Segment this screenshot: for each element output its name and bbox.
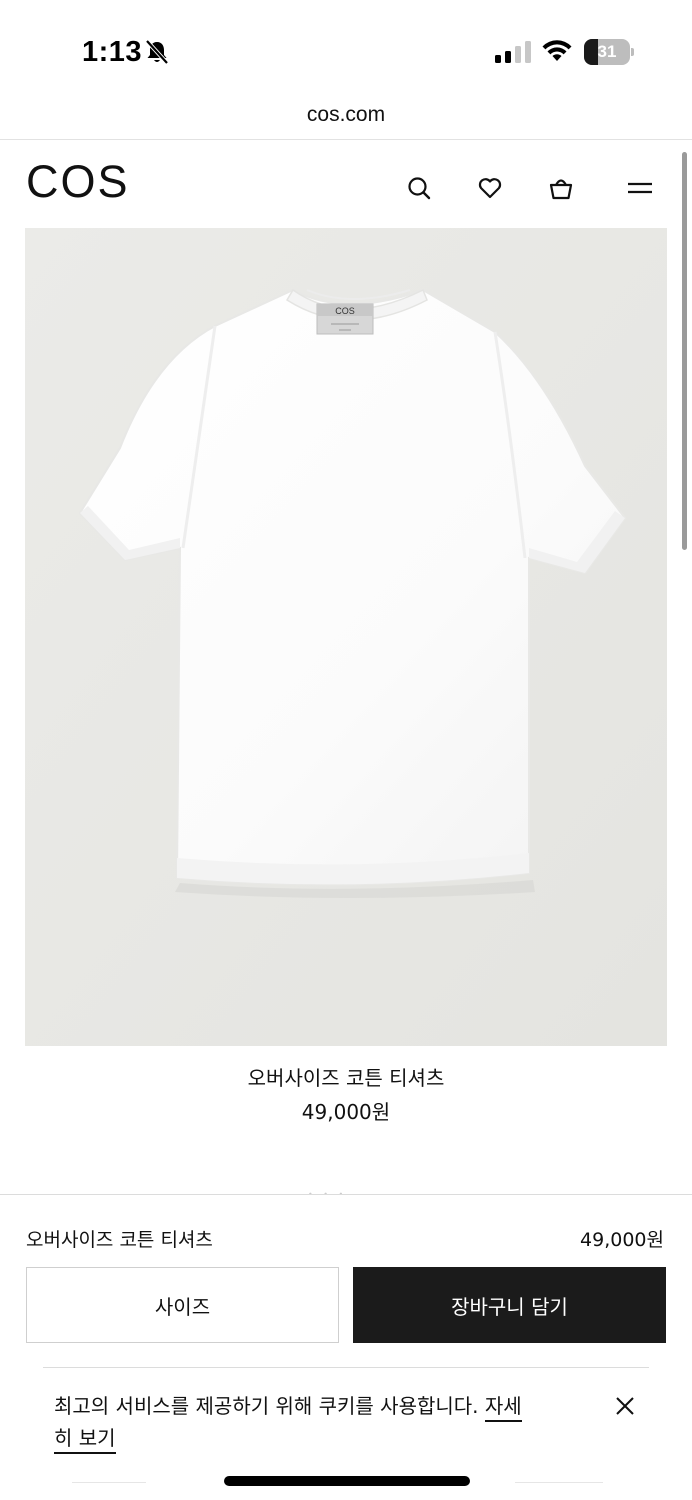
bell-slash-icon [145, 39, 169, 65]
product-name[interactable]: 오버사이즈 코튼 티셔츠 [0, 1060, 692, 1096]
home-indicator[interactable] [224, 1476, 470, 1486]
address-bar[interactable]: cos.com [0, 100, 692, 140]
add-to-cart-button[interactable]: 장바구니 담기 [353, 1267, 666, 1343]
divider [515, 1482, 603, 1483]
cookie-message-text: 최고의 서비스를 제공하기 위해 쿠키를 사용합니다. [54, 1394, 479, 1418]
shopping-bag-icon[interactable] [547, 174, 575, 202]
divider [72, 1482, 146, 1483]
menu-icon[interactable] [626, 174, 654, 202]
garment-label-text: COS [335, 306, 355, 316]
product-image[interactable]: COS [25, 228, 667, 1046]
size-button[interactable]: 사이즈 [26, 1267, 339, 1343]
sticky-product-name: 오버사이즈 코튼 티셔츠 [26, 1229, 213, 1251]
search-icon[interactable] [405, 174, 433, 202]
close-icon[interactable] [613, 1394, 637, 1418]
product-info: 오버사이즈 코튼 티셔츠 49,000원 [0, 1060, 692, 1128]
cos-logo[interactable]: COS [26, 156, 130, 208]
site-header: COS [0, 140, 692, 228]
tshirt-illustration: COS [25, 228, 667, 1046]
sticky-product-price: 49,000원 [580, 1229, 664, 1251]
battery-level: 31 [597, 42, 617, 61]
cookie-message: 최고의 서비스를 제공하기 위해 쿠키를 사용합니다. 자세히 보기 [54, 1390, 534, 1454]
url-text[interactable]: cos.com [307, 100, 385, 130]
wifi-icon [542, 40, 572, 61]
status-time: 1:13 [82, 36, 143, 68]
cellular-signal-icon [495, 41, 531, 63]
battery-icon: 31 [584, 39, 634, 65]
sticky-purchase-bar: 오버사이즈 코튼 티셔츠 49,000원 사이즈 장바구니 담기 최고의 서비스… [0, 1194, 692, 1500]
page-scrollbar[interactable] [682, 152, 687, 550]
heart-icon[interactable] [476, 174, 504, 202]
product-price: 49,000원 [301, 1100, 391, 1124]
status-bar: 1:13 31 [0, 0, 692, 100]
